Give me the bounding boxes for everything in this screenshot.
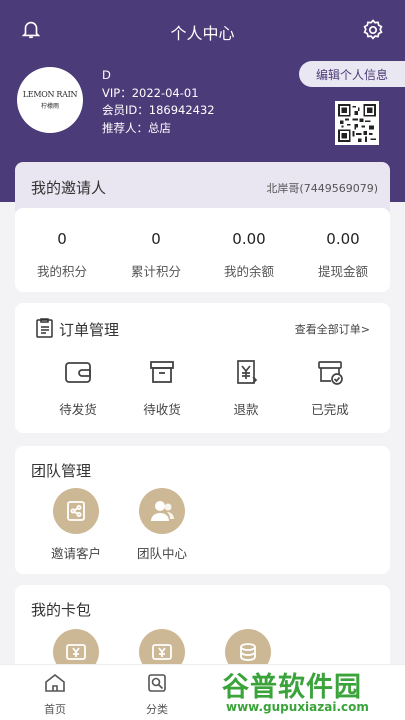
box-icon bbox=[150, 361, 174, 383]
refund-icon bbox=[237, 360, 258, 384]
order-section-title: 订单管理 bbox=[59, 321, 120, 339]
order-item-label: 待发货 bbox=[59, 402, 97, 417]
stat-label: 累计积分 bbox=[130, 264, 181, 279]
stat-value: 0 bbox=[57, 230, 67, 248]
order-management-card: 订单管理 查看全部订单> 待发货 待收货 退款 已完成 bbox=[15, 303, 390, 433]
order-refund[interactable]: 退款 bbox=[199, 357, 293, 418]
wallet-icon bbox=[65, 362, 91, 383]
logo-text: LEMON RAIN bbox=[22, 90, 78, 99]
profile-info: D VIP：2022-04-01 会员ID：186942432 推荐人：总店 bbox=[102, 67, 215, 137]
watermark-text: 谷普软件园 bbox=[222, 672, 362, 703]
view-all-orders-link[interactable]: 查看全部订单> bbox=[295, 321, 370, 337]
qr-code[interactable] bbox=[335, 101, 379, 145]
share-icon bbox=[53, 488, 99, 534]
vip-date: VIP：2022-04-01 bbox=[102, 85, 199, 100]
order-pending-receipt[interactable]: 待收货 bbox=[115, 357, 209, 418]
watermark: 谷普软件园 www.gupuxiazai.com bbox=[222, 665, 402, 717]
stat-points[interactable]: 0 我的积分 bbox=[15, 208, 109, 280]
stat-value: 0 bbox=[151, 230, 161, 248]
stat-total-points[interactable]: 0 累计积分 bbox=[109, 208, 203, 280]
order-item-label: 已完成 bbox=[311, 402, 349, 417]
card-pack-title: 我的卡包 bbox=[31, 601, 92, 619]
page-title: 个人中心 bbox=[170, 24, 235, 43]
stat-value: 0.00 bbox=[232, 230, 266, 248]
clipboard-icon bbox=[36, 318, 53, 338]
edit-profile-button[interactable]: 编辑个人信息 bbox=[299, 61, 405, 87]
stat-value: 0.00 bbox=[326, 230, 360, 248]
category-icon bbox=[148, 674, 166, 692]
watermark-url: www.gupuxiazai.com bbox=[226, 700, 369, 714]
member-id: 会员ID：186942432 bbox=[102, 103, 215, 117]
tab-label: 分类 bbox=[146, 703, 168, 716]
user-name: D bbox=[102, 68, 111, 82]
tab-label: 首页 bbox=[44, 703, 66, 716]
order-pending-shipment[interactable]: 待发货 bbox=[31, 357, 125, 418]
inviter-name: 北岸哥(7449569079) bbox=[266, 182, 378, 195]
stat-balance[interactable]: 0.00 我的余额 bbox=[202, 208, 296, 280]
avatar[interactable]: LEMON RAIN 柠檬雨 bbox=[17, 67, 83, 133]
order-item-label: 退款 bbox=[233, 402, 259, 417]
stat-label: 我的积分 bbox=[36, 264, 87, 279]
stats-card: 0 我的积分 0 累计积分 0.00 我的余额 0.00 提现金额 bbox=[15, 208, 390, 292]
stat-label: 我的余额 bbox=[223, 264, 274, 279]
completed-icon bbox=[318, 361, 343, 385]
gear-icon[interactable] bbox=[361, 18, 385, 42]
team-section-title: 团队管理 bbox=[31, 462, 92, 480]
tab-home[interactable]: 首页 bbox=[20, 671, 90, 717]
people-icon bbox=[139, 488, 185, 534]
invite-customer-button[interactable]: 邀请客户 bbox=[29, 488, 123, 562]
order-completed[interactable]: 已完成 bbox=[283, 357, 377, 418]
inviter-label: 我的邀请人 bbox=[31, 179, 107, 197]
referrer: 推荐人：总店 bbox=[102, 120, 171, 135]
top-bar: 个人中心 bbox=[0, 14, 405, 48]
tab-category[interactable]: 分类 bbox=[122, 671, 192, 717]
order-item-label: 待收货 bbox=[143, 402, 181, 417]
stat-label: 提现金额 bbox=[317, 264, 368, 279]
team-item-label: 团队中心 bbox=[136, 546, 187, 561]
team-management-card: 团队管理 邀请客户 团队中心 bbox=[15, 446, 390, 574]
my-inviter-section: 我的邀请人 北岸哥(7449569079) bbox=[15, 162, 390, 212]
logo-subtext: 柠檬雨 bbox=[40, 103, 59, 110]
home-icon bbox=[45, 673, 65, 692]
team-item-label: 邀请客户 bbox=[50, 546, 101, 561]
team-center-button[interactable]: 团队中心 bbox=[115, 488, 209, 562]
stat-withdrawal[interactable]: 0.00 提现金额 bbox=[296, 208, 390, 280]
